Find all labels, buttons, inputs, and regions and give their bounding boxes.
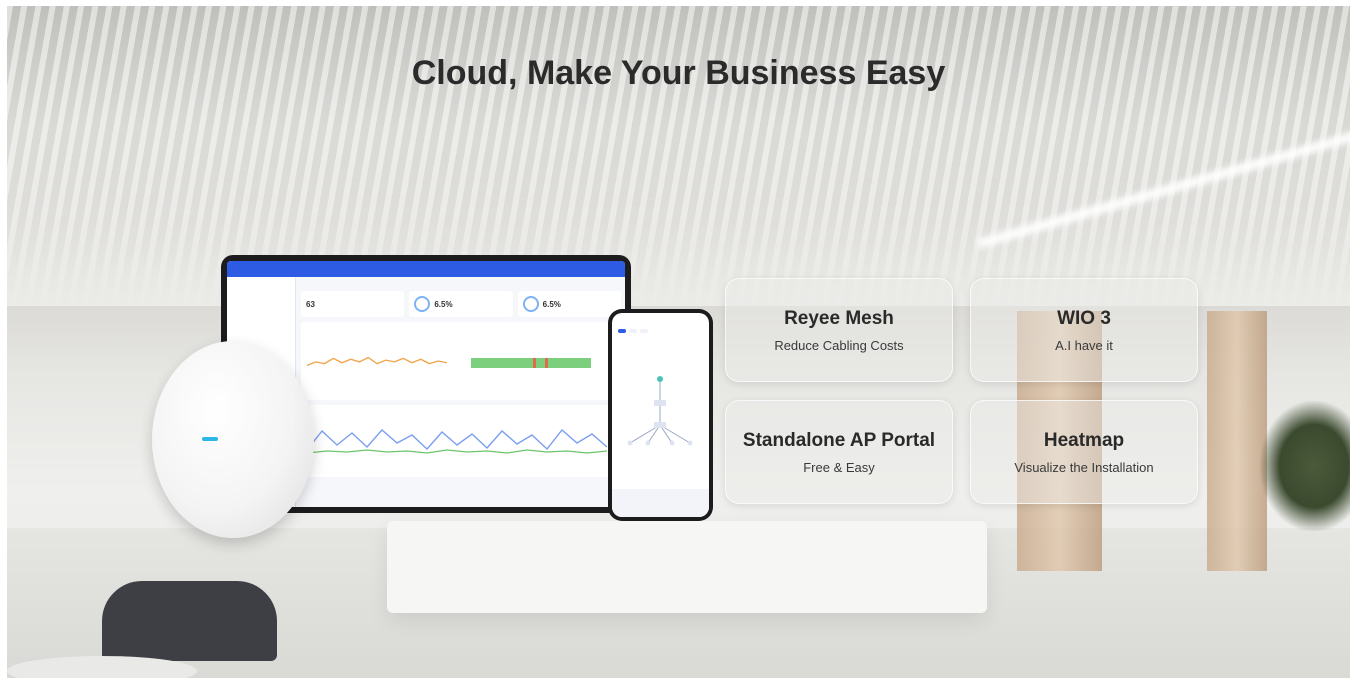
feature-card-reyee-mesh: Reyee Mesh Reduce Cabling Costs — [725, 278, 953, 382]
stat-value: 63 — [306, 299, 315, 309]
stat-row: 63 6.5% 6.5% — [301, 291, 621, 317]
status-marker — [545, 358, 548, 368]
history-trend-panel — [301, 322, 621, 400]
feature-subtitle: Free & Easy — [803, 459, 875, 475]
feature-subtitle: Visualize the Installation — [1014, 459, 1154, 475]
access-point-device — [152, 341, 314, 538]
stat-card: 63 — [301, 291, 405, 317]
reception-desk — [387, 521, 987, 613]
connection-status-bar — [471, 358, 591, 368]
background-fade — [7, 6, 1350, 306]
feature-subtitle: Reduce Cabling Costs — [774, 337, 904, 353]
page-title: Cloud, Make Your Business Easy — [411, 54, 946, 92]
phone-tab — [618, 329, 626, 333]
sidebar-item — [227, 277, 295, 287]
stat-value: 6.5% — [434, 299, 453, 309]
ring-icon — [522, 296, 539, 312]
phone-tabs — [612, 329, 709, 333]
phone-tab — [640, 329, 648, 333]
plant — [1260, 401, 1350, 531]
phone-screen — [612, 313, 709, 517]
ring-icon — [414, 296, 431, 312]
phone-device — [608, 309, 713, 521]
coffee-table — [7, 656, 197, 678]
feature-card-heatmap: Heatmap Visualize the Installation — [970, 400, 1198, 504]
feature-title: WIO 3 — [1057, 307, 1111, 329]
feature-card-wio3: WIO 3 A.I have it — [970, 278, 1198, 382]
feature-title: Standalone AP Portal — [742, 429, 936, 451]
phone-workspace-bar — [612, 489, 709, 517]
hero-banner: Cloud, Make Your Business Easy 63 6.5% 6… — [7, 6, 1350, 678]
status-led — [202, 437, 218, 441]
app-main: 63 6.5% 6.5% — [297, 277, 625, 507]
stat-card: 6.5% — [409, 291, 513, 317]
client-count-panel — [301, 405, 621, 477]
sta-count-chart — [307, 356, 447, 366]
phone-tab — [629, 329, 637, 333]
client-chart — [307, 428, 607, 454]
wood-pillar — [1207, 311, 1267, 571]
stat-card: 6.5% — [517, 291, 621, 317]
phone-title — [612, 319, 709, 325]
feature-title: Heatmap — [1043, 429, 1125, 451]
network-topology-diagram — [627, 376, 693, 446]
app-top-bar — [227, 261, 625, 277]
status-marker — [533, 358, 536, 368]
lobby-chair — [102, 581, 277, 661]
feature-title: Reyee Mesh — [784, 307, 894, 329]
feature-subtitle: A.I have it — [1055, 337, 1113, 353]
feature-card-standalone-ap-portal: Standalone AP Portal Free & Easy — [725, 400, 953, 504]
stat-value: 6.5% — [542, 299, 561, 309]
